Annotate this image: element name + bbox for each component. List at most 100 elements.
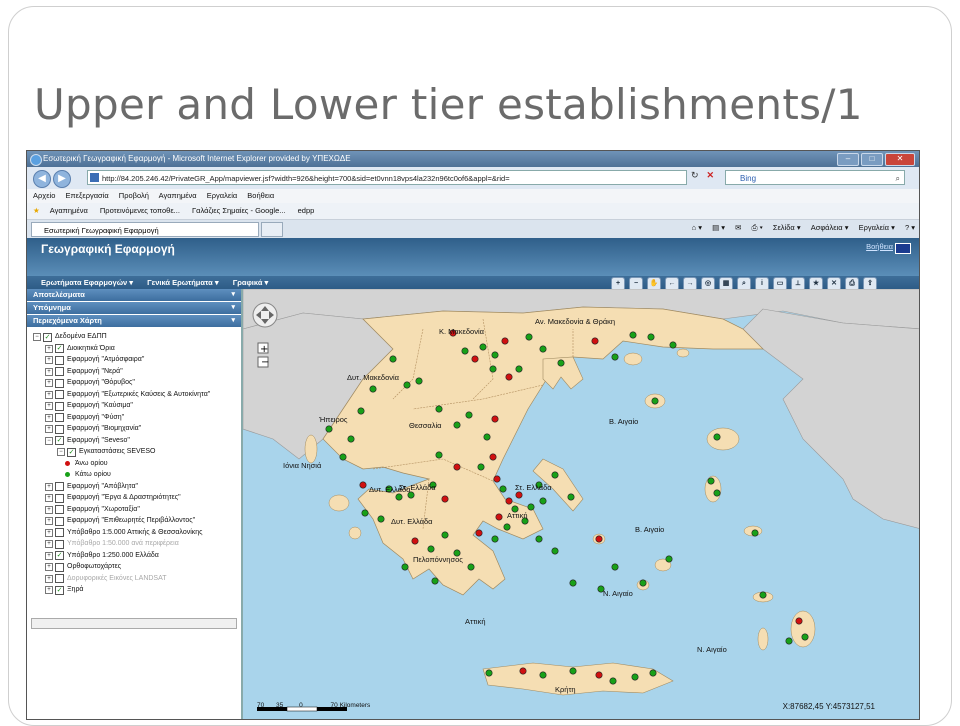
- collapse-icon[interactable]: −: [57, 448, 65, 456]
- refresh-icon[interactable]: ↻: [691, 170, 699, 180]
- menu-file[interactable]: Αρχείο: [33, 191, 55, 200]
- layer-tree-item[interactable]: − ✓ Εφαρμογή "Seveso": [27, 435, 241, 447]
- collapse-icon[interactable]: −: [33, 333, 41, 341]
- contents-panel-header[interactable]: Περιεχόμενα Χάρτη: [27, 315, 241, 328]
- mail-icon[interactable]: ✉: [735, 223, 741, 232]
- favorites-star-icon[interactable]: ★: [33, 206, 40, 215]
- favorite-suggested[interactable]: Προτεινόμενες τοποθε...: [100, 206, 180, 215]
- tools-menu[interactable]: Εργαλεία ▾: [859, 223, 895, 232]
- search-input[interactable]: Bing ⌕: [725, 170, 905, 185]
- layer-checkbox[interactable]: ✓: [55, 436, 64, 445]
- layer-checkbox[interactable]: [55, 424, 64, 434]
- layer-tree-item[interactable]: + ✓ Ξηρά: [27, 584, 241, 596]
- layer-tree-item[interactable]: + ✓ Υπόβαθρο 1:250.000 Ελλάδα: [27, 550, 241, 562]
- expand-icon[interactable]: +: [45, 517, 53, 525]
- layer-tree-item[interactable]: + Εφαρμογή "Χωροταξία": [27, 504, 241, 516]
- layer-checkbox[interactable]: [55, 390, 64, 399]
- pan-control-icon[interactable]: + −: [251, 301, 281, 373]
- minimize-icon[interactable]: –: [837, 153, 859, 166]
- layer-checkbox[interactable]: [55, 378, 64, 388]
- layer-checkbox[interactable]: [55, 516, 64, 526]
- home-icon[interactable]: ⌂ ▾: [692, 223, 702, 232]
- layer-tree-item[interactable]: + Εφαρμογή "Φύση": [27, 412, 241, 424]
- legend-panel-header[interactable]: Υπόμνημα: [27, 302, 241, 315]
- collapse-icon[interactable]: −: [45, 436, 53, 445]
- expand-icon[interactable]: +: [45, 344, 53, 353]
- close-icon[interactable]: ✕: [885, 153, 915, 166]
- expand-icon[interactable]: +: [45, 379, 53, 387]
- help-link[interactable]: Βοήθεια: [866, 242, 893, 251]
- layer-tree-item[interactable]: + Εφαρμογή "Καύσιμα": [27, 400, 241, 412]
- stop-icon[interactable]: ✕: [707, 170, 715, 180]
- layer-tree-item[interactable]: + Εφαρμογή "Ατμόσφαιρα": [27, 354, 241, 366]
- layer-tree-item[interactable]: + Υπόβαθρο 1:5.000 Αττικής & Θεσσαλονίκης: [27, 527, 241, 539]
- menu-view[interactable]: Προβολή: [119, 191, 149, 200]
- safety-menu[interactable]: Ασφάλεια ▾: [811, 223, 849, 232]
- uk-flag-icon[interactable]: [895, 243, 911, 254]
- layer-checkbox[interactable]: [55, 528, 64, 537]
- layer-checkbox[interactable]: [55, 562, 64, 572]
- layer-tree-item[interactable]: − ✓ Δεδομένα ΕΔΠΠ: [27, 331, 241, 343]
- layer-checkbox[interactable]: [55, 539, 64, 549]
- layer-checkbox[interactable]: ✓: [55, 344, 64, 353]
- new-tab-button[interactable]: [261, 222, 283, 237]
- expand-icon[interactable]: +: [45, 540, 53, 548]
- expand-icon[interactable]: +: [45, 482, 53, 491]
- help-icon[interactable]: ? ▾: [905, 223, 915, 232]
- forward-arrow-icon[interactable]: ▶: [53, 170, 71, 188]
- results-panel-header[interactable]: Αποτελέσματα: [27, 289, 241, 302]
- expand-icon[interactable]: +: [45, 528, 53, 537]
- layer-checkbox[interactable]: [55, 493, 64, 503]
- page-menu[interactable]: Σελίδα ▾: [773, 223, 801, 232]
- layer-tree-item[interactable]: + Εφαρμογή "Βιομηχανία": [27, 423, 241, 435]
- expand-icon[interactable]: +: [45, 563, 53, 571]
- menu-tools[interactable]: Εργαλεία: [207, 191, 237, 200]
- favorites-button[interactable]: Αγαπημένα: [50, 206, 88, 215]
- layer-checkbox[interactable]: ✓: [55, 585, 64, 595]
- layer-tree-item[interactable]: + Εφαρμογή "Θόρυβος": [27, 377, 241, 389]
- expand-icon[interactable]: +: [45, 367, 53, 376]
- tree-scrollbar[interactable]: [31, 618, 237, 629]
- expand-icon[interactable]: +: [45, 494, 53, 502]
- back-arrow-icon[interactable]: ◀: [33, 170, 51, 188]
- expand-icon[interactable]: +: [45, 413, 53, 422]
- map-view[interactable]: Κ. Μακεδονία Αν. Μακεδονία & Θράκη Δυτ. Μα…: [243, 289, 919, 719]
- expand-icon[interactable]: +: [45, 551, 53, 560]
- menu-edit[interactable]: Επεξεργασία: [65, 191, 108, 200]
- layer-checkbox[interactable]: [55, 401, 64, 411]
- menu-favorites[interactable]: Αγαπημένα: [159, 191, 197, 200]
- feeds-icon[interactable]: ▤ ▾: [712, 223, 725, 232]
- layer-tree-item[interactable]: Άνω ορίου: [27, 458, 241, 470]
- favorite-edpp[interactable]: edpp: [298, 206, 315, 215]
- menu-general-queries[interactable]: Γενικά Ερωτήματα ▾: [147, 278, 218, 287]
- layer-checkbox[interactable]: [55, 505, 64, 514]
- expand-icon[interactable]: +: [45, 390, 53, 399]
- layer-checkbox[interactable]: ✓: [55, 551, 64, 560]
- expand-icon[interactable]: +: [45, 356, 53, 364]
- menu-app-queries[interactable]: Ερωτήματα Εφαρμογών ▾: [41, 278, 133, 287]
- layer-tree-item[interactable]: + Υπόβαθρο 1:50.000 ανά περιφέρεια: [27, 538, 241, 550]
- layer-tree-item[interactable]: Κάτω ορίου: [27, 469, 241, 481]
- expand-icon[interactable]: +: [45, 586, 53, 594]
- maximize-icon[interactable]: □: [861, 153, 883, 166]
- layer-tree-item[interactable]: + Εφαρμογή "Νερά": [27, 366, 241, 378]
- layer-tree-item[interactable]: + Εφαρμογή "Απόβλητα": [27, 481, 241, 493]
- print-icon[interactable]: ⎙ ▾: [752, 223, 763, 232]
- expand-icon[interactable]: +: [45, 425, 53, 433]
- layer-tree-item[interactable]: + Εφαρμογή "Εξωτερικές Καύσεις & Αυτοκίνη…: [27, 389, 241, 401]
- layer-checkbox[interactable]: [55, 574, 64, 583]
- layer-tree-item[interactable]: + Εφαρμογή "Επιθεωρητές Περιβάλλοντος": [27, 515, 241, 527]
- layer-tree-item[interactable]: + Ορθοφωτοχάρτες: [27, 561, 241, 573]
- layer-tree-item[interactable]: + Δορυφορικές Εικόνες LANDSAT: [27, 573, 241, 585]
- layer-checkbox[interactable]: ✓: [43, 332, 52, 342]
- active-tab[interactable]: Εσωτερική Γεωγραφική Εφαρμογή: [31, 222, 259, 237]
- layer-checkbox[interactable]: [55, 355, 64, 365]
- layer-checkbox[interactable]: ✓: [67, 447, 76, 457]
- layer-tree-item[interactable]: + ✓ Διοικητικά Όρια: [27, 343, 241, 355]
- layer-tree-item[interactable]: − ✓ Εγκαταστάσεις SEVESO: [27, 446, 241, 458]
- expand-icon[interactable]: +: [45, 505, 53, 514]
- search-icon[interactable]: ⌕: [896, 171, 900, 186]
- expand-icon[interactable]: +: [45, 402, 53, 410]
- menu-help[interactable]: Βοήθεια: [247, 191, 274, 200]
- expand-icon[interactable]: +: [45, 574, 53, 583]
